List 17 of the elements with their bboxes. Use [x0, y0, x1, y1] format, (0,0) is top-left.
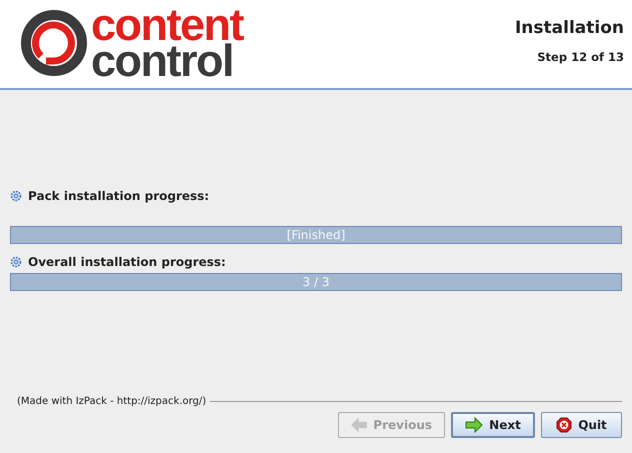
credit-text: (Made with IzPack - http://izpack.org/) [17, 396, 206, 407]
page-title: Installation [514, 18, 624, 38]
progress-reading: 3 / 3 [302, 275, 330, 289]
close-icon [556, 417, 572, 433]
progress-label: Pack installation progress: [28, 189, 210, 203]
logo-text: control [91, 43, 233, 79]
progress-reading: [Finished] [286, 228, 346, 242]
ring-logo-icon [21, 10, 87, 76]
left-arrow-icon [351, 417, 368, 433]
step-indicator: Step 12 of 13 [537, 50, 624, 64]
quit-button[interactable]: Quit [541, 412, 622, 438]
progress-label: Overall installation progress: [28, 255, 226, 269]
gear-icon [10, 190, 22, 202]
gear-icon [10, 256, 22, 268]
logo-text: content [91, 7, 243, 43]
right-arrow-icon [465, 417, 484, 433]
next-button[interactable]: Next [451, 412, 535, 438]
